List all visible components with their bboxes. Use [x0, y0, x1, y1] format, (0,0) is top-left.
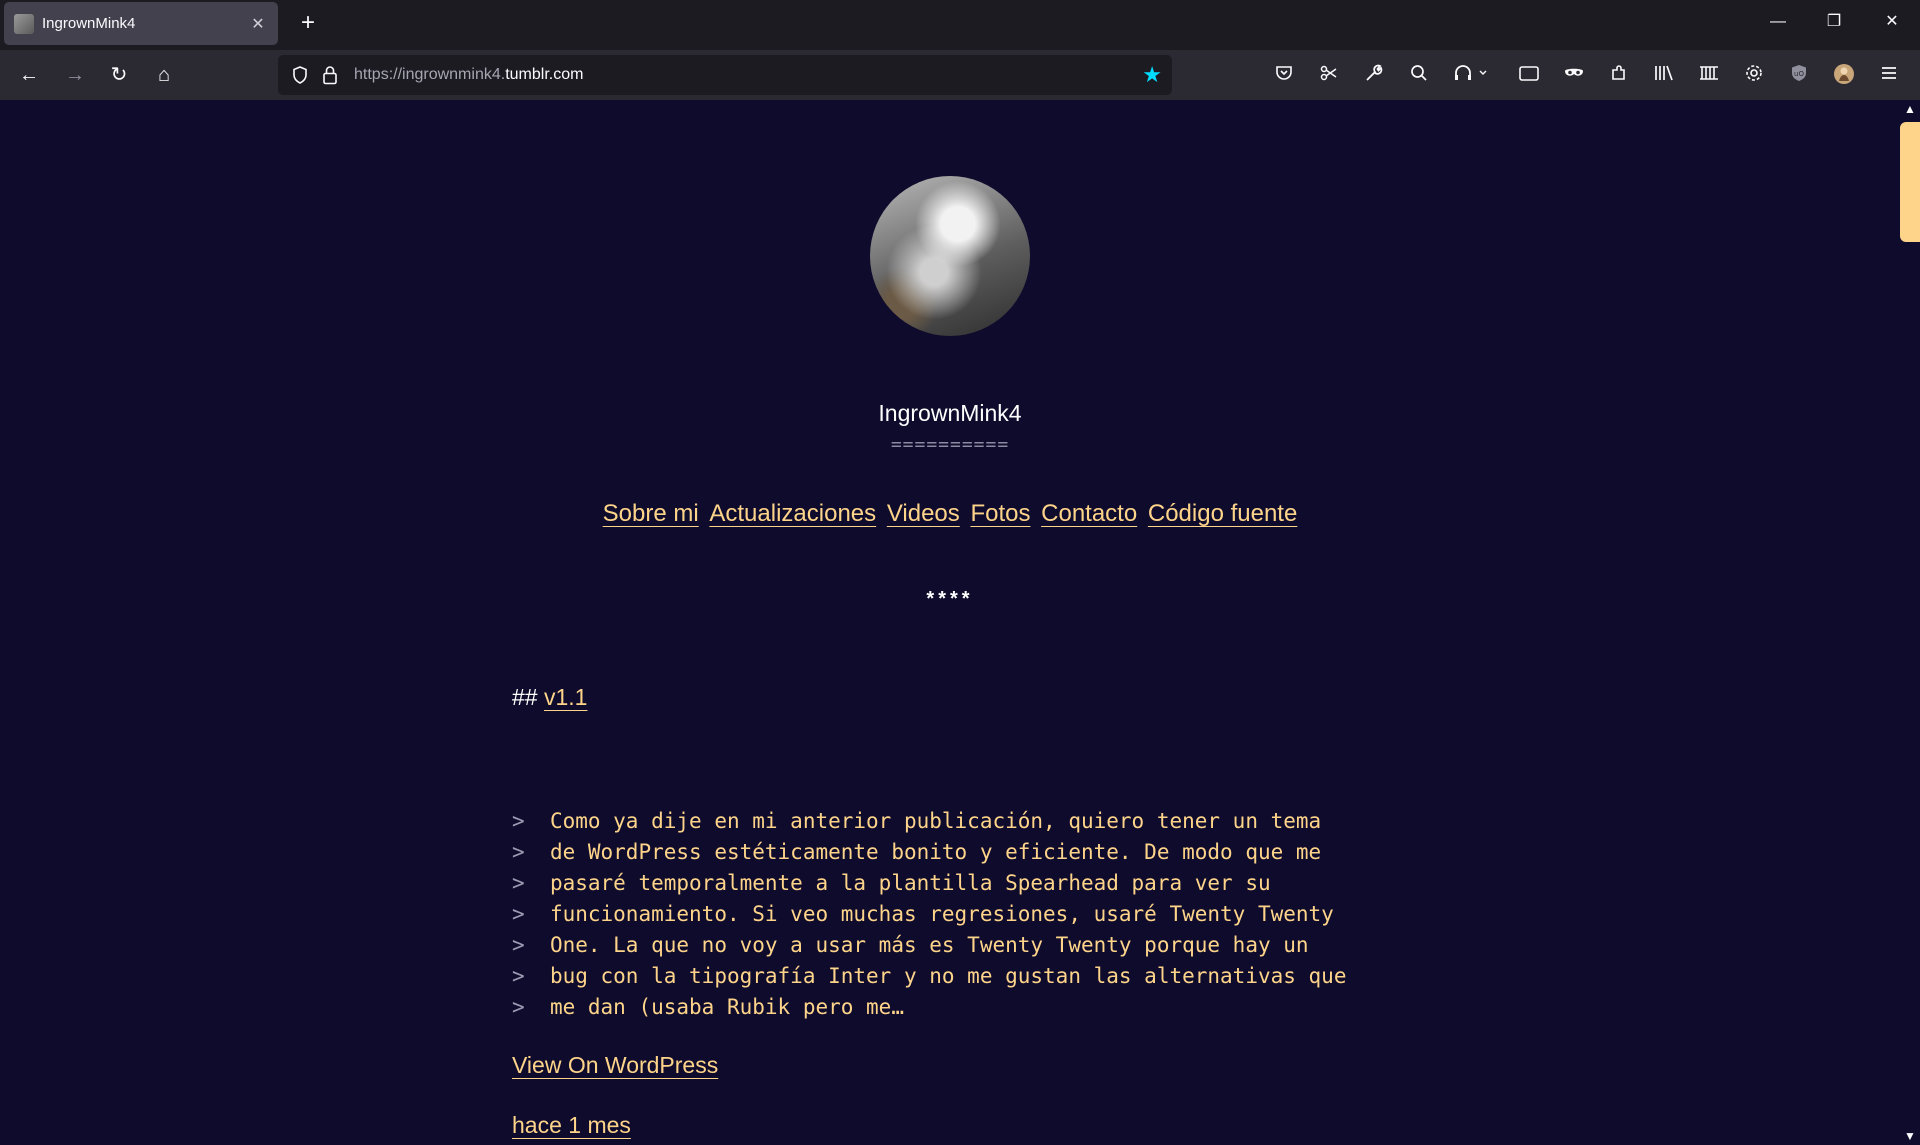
blog-navigation: Sobre mi Actualizaciones Videos Fotos Co… — [0, 500, 1900, 528]
bookmark-star-icon[interactable]: ★ — [1142, 63, 1162, 87]
pocket-icon[interactable] — [1272, 63, 1296, 87]
extensions-icon[interactable] — [1607, 63, 1631, 87]
url-domain: tumblr.com — [505, 66, 584, 83]
lock-icon[interactable] — [322, 65, 338, 85]
scroll-down-arrow-icon[interactable]: ▼ — [1903, 1129, 1917, 1143]
quote-line: > bug con la tipografía Inter y no me gu… — [512, 964, 1347, 988]
quote-line: > de WordPress estéticamente bonito y ef… — [512, 840, 1322, 864]
reader-view-icon[interactable] — [1517, 63, 1541, 87]
quote-marker: > — [512, 871, 525, 895]
page-content: IngrownMink4 ========== Sobre mi Actuali… — [0, 100, 1900, 1145]
nav-link-contacto[interactable]: Contacto — [1041, 500, 1137, 527]
minimize-button[interactable]: — — [1750, 0, 1806, 44]
quote-line: > pasaré temporalmente a la plantilla Sp… — [512, 871, 1271, 895]
forward-button[interactable]: → — [58, 58, 92, 92]
wrench-icon[interactable] — [1362, 63, 1386, 87]
url-text[interactable]: https://ingrownmink4.tumblr.com — [354, 55, 583, 95]
tab-favicon-icon — [14, 13, 34, 34]
quote-marker: > — [512, 902, 525, 926]
tab-strip: IngrownMink4 ✕ + — ❐ ✕ — [0, 0, 1920, 50]
tracking-protection-shield-icon[interactable] — [292, 66, 308, 84]
restore-button[interactable]: ❐ — [1806, 0, 1862, 44]
navigation-toolbar: ← → ↻ ⌂ https://ingrownmink4.tumblr.com … — [0, 50, 1920, 100]
private-mask-icon[interactable] — [1562, 63, 1586, 87]
headphones-icon[interactable] — [1452, 63, 1492, 87]
screenshot-icon[interactable] — [1317, 63, 1341, 87]
title-underline-rule: ========== — [890, 434, 1010, 455]
quote-line: > me dan (usaba Rubik pero me… — [512, 995, 904, 1019]
profile-avatar[interactable] — [1832, 63, 1856, 87]
home-button[interactable]: ⌂ — [147, 58, 181, 92]
nav-link-videos[interactable]: Videos — [887, 500, 960, 527]
url-prefix: https://ingrownmink4. — [354, 66, 506, 83]
scroll-thumb[interactable] — [1900, 122, 1920, 242]
nav-link-actualizaciones[interactable]: Actualizaciones — [709, 500, 876, 527]
blog-title: IngrownMink4 — [878, 400, 1022, 426]
browser-tab-active[interactable]: IngrownMink4 ✕ — [4, 2, 278, 45]
quote-marker: > — [512, 964, 525, 988]
svg-text:uO: uO — [1794, 70, 1804, 78]
quote-marker: > — [512, 840, 525, 864]
section-separator: **** — [926, 588, 974, 610]
library-icon[interactable] — [1652, 63, 1676, 87]
url-bar[interactable]: https://ingrownmink4.tumblr.com ★ — [278, 55, 1172, 95]
new-tab-button[interactable]: + — [294, 10, 322, 38]
close-window-button[interactable]: ✕ — [1864, 0, 1920, 44]
nav-link-fotos[interactable]: Fotos — [970, 500, 1030, 527]
blog-avatar[interactable] — [870, 176, 1030, 336]
hamburger-menu-icon[interactable] — [1877, 63, 1901, 87]
reload-button[interactable]: ↻ — [102, 58, 136, 92]
nav-link-codigo-fuente[interactable]: Código fuente — [1148, 500, 1297, 527]
quote-line: > Como ya dije en mi anterior publicació… — [512, 809, 1322, 833]
quote-line: > One. La que no voy a usar más es Twent… — [512, 933, 1309, 957]
post-heading-prefix: ## — [512, 684, 538, 710]
nav-link-sobre-mi[interactable]: Sobre mi — [603, 500, 699, 527]
ublock-icon[interactable]: uO — [1787, 63, 1811, 87]
post-title-link[interactable]: v1.1 — [544, 684, 587, 710]
scroll-up-arrow-icon[interactable]: ▲ — [1903, 102, 1917, 116]
quote-marker: > — [512, 995, 525, 1019]
tab-title: IngrownMink4 — [42, 15, 136, 32]
page-scrollbar[interactable]: ▲ ▼ — [1900, 100, 1920, 1145]
view-on-wordpress-link[interactable]: View On WordPress — [512, 1052, 718, 1079]
quote-line: > funcionamiento. Si veo muchas regresio… — [512, 902, 1334, 926]
post-excerpt-blockquote: > Como ya dije en mi anterior publicació… — [512, 806, 1412, 1023]
back-button[interactable]: ← — [12, 58, 46, 92]
search-icon[interactable] — [1407, 63, 1431, 87]
sidebar-icon[interactable] — [1697, 63, 1721, 87]
tab-close-icon[interactable]: ✕ — [246, 14, 270, 34]
quote-marker: > — [512, 933, 525, 957]
settings-icon[interactable] — [1742, 63, 1766, 87]
post-date-link[interactable]: hace 1 mes — [512, 1112, 631, 1139]
post-heading: ## v1.1 — [512, 684, 587, 711]
quote-marker: > — [512, 809, 525, 833]
